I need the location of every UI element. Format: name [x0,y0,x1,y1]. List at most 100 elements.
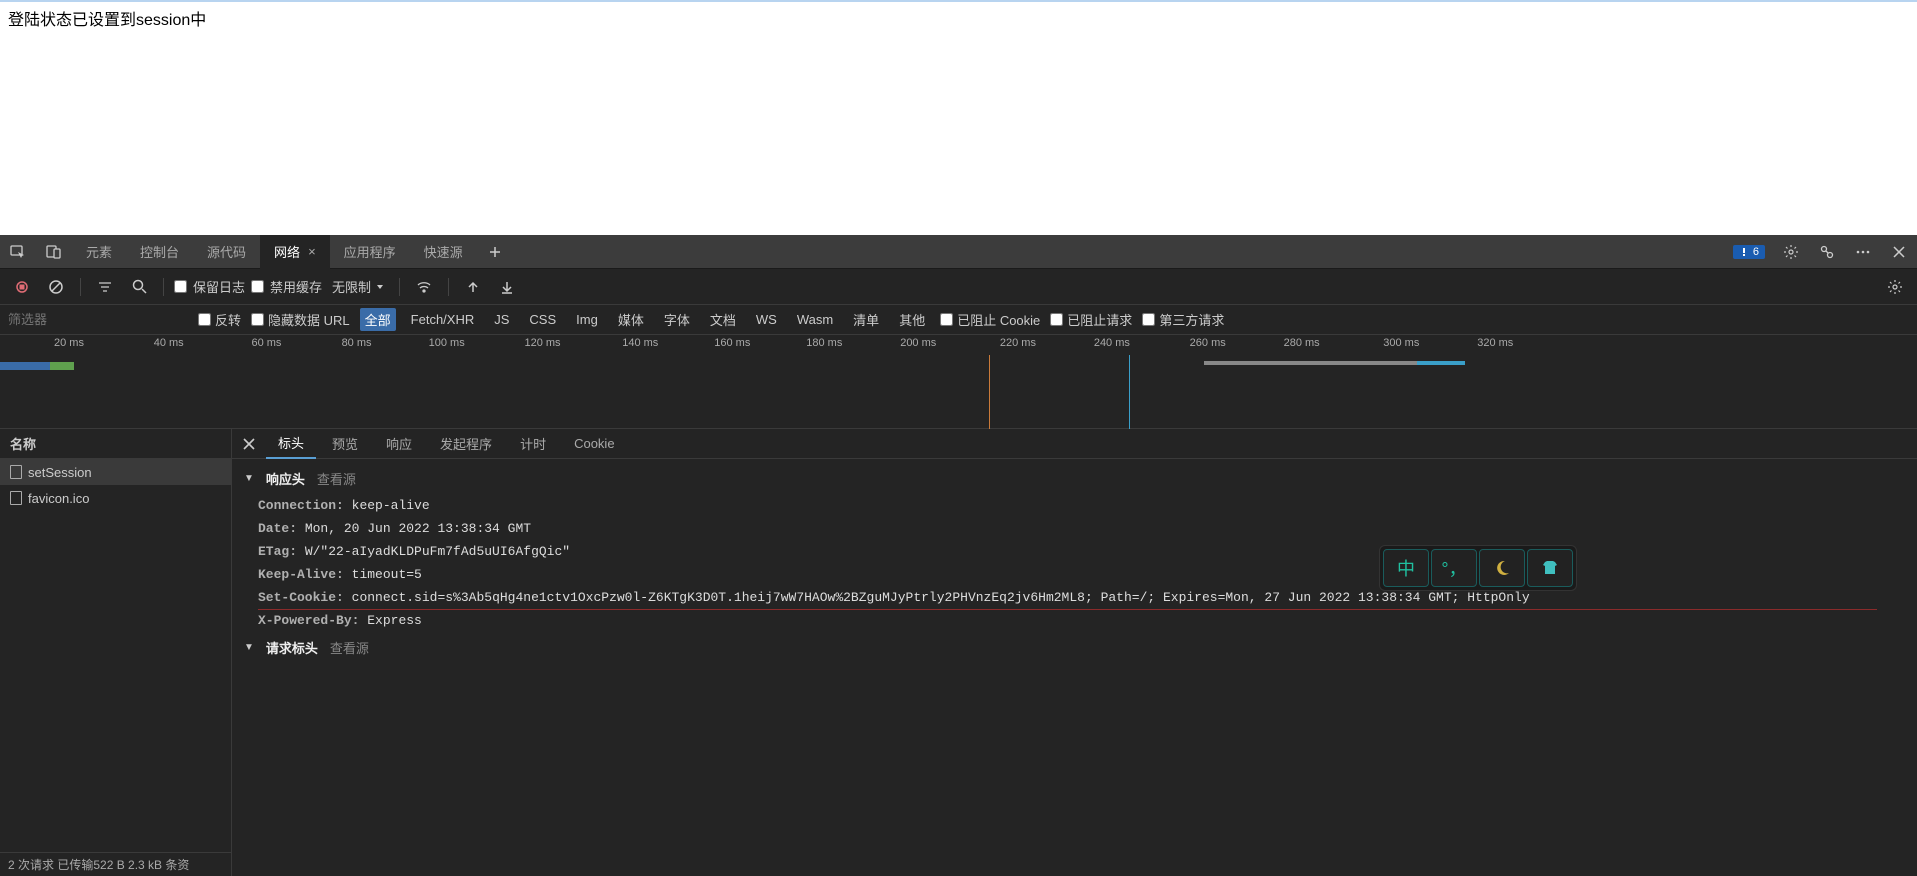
device-toggle-icon[interactable] [36,235,72,269]
request-item-label: favicon.ico [28,491,89,506]
document-icon [10,465,22,479]
request-list-header[interactable]: 名称 [0,429,231,459]
tab-network[interactable]: 网络 × [260,235,330,269]
tab-elements[interactable]: 元素 [72,235,126,269]
filter-type-wasm[interactable]: Wasm [792,310,838,329]
tab-network-label: 网络 [274,242,300,261]
detail-tab-preview[interactable]: 预览 [320,429,370,459]
dock-icon[interactable] [1809,235,1845,269]
filter-type-font[interactable]: 字体 [659,308,695,331]
detail-tab-timing[interactable]: 计时 [508,429,558,459]
tab-quicksource[interactable]: 快速源 [410,235,477,269]
timeline-overview[interactable]: 20 ms 40 ms 60 ms 80 ms 100 ms 120 ms 14… [0,335,1917,429]
detail-tab-response[interactable]: 响应 [374,429,424,459]
search-icon[interactable] [125,273,153,301]
tab-application[interactable]: 应用程序 [330,235,410,269]
timeline-tick: 180 ms [806,337,842,349]
blocked-req-label: 已阻止请求 [1067,310,1132,329]
issues-count: 6 [1753,246,1759,258]
timeline-tick: 40 ms [154,337,184,349]
preserve-log-checkbox[interactable]: 保留日志 [174,277,245,296]
request-item-setsession[interactable]: setSession [0,459,231,485]
timeline-tick: 80 ms [342,337,372,349]
close-detail-icon[interactable] [236,431,262,457]
request-summary: 2 次请求 已传输522 B 2.3 kB 条资 [0,852,231,876]
request-item-label: setSession [28,465,92,480]
timeline-tick: 240 ms [1094,337,1130,349]
filter-type-img[interactable]: Img [571,310,603,329]
filter-type-css[interactable]: CSS [524,310,561,329]
issues-badge[interactable]: 6 [1733,245,1765,259]
third-party-checkbox[interactable]: 第三方请求 [1142,310,1224,329]
filter-icon[interactable] [91,273,119,301]
network-settings-icon[interactable] [1881,273,1909,301]
close-devtools-icon[interactable] [1881,235,1917,269]
disable-cache-label: 禁用缓存 [270,277,322,296]
filter-type-other[interactable]: 其他 [894,308,930,331]
request-detail: 标头 预览 响应 发起程序 计时 Cookie ▼ 响应头 查看源 Connec… [232,429,1917,876]
header-row[interactable]: ETag: W/"22-aIyadKLDPuFm7fAd5uUI6AfgQic" [232,540,1917,563]
hide-data-urls-checkbox[interactable]: 隐藏数据 URL [251,310,350,329]
invert-checkbox[interactable]: 反转 [198,310,241,329]
filter-type-js[interactable]: JS [489,310,514,329]
gear-icon[interactable] [1773,235,1809,269]
tab-sources[interactable]: 源代码 [193,235,260,269]
inspect-icon[interactable] [0,235,36,269]
upload-icon[interactable] [459,273,487,301]
invert-label: 反转 [215,310,241,329]
request-item-favicon[interactable]: favicon.ico [0,485,231,511]
devtools-tabbar: 元素 控制台 源代码 网络 × 应用程序 快速源 6 [0,235,1917,269]
throttle-value: 无限制 [332,277,371,296]
detail-tab-cookie[interactable]: Cookie [562,429,626,459]
throttle-select[interactable]: 无限制 [328,275,389,298]
timeline-tick: 300 ms [1383,337,1419,349]
chevron-down-icon: ▼ [244,473,254,484]
preserve-log-label: 保留日志 [193,277,245,296]
chevron-down-icon: ▼ [244,642,254,653]
blocked-req-checkbox[interactable]: 已阻止请求 [1050,310,1132,329]
header-row[interactable]: Connection: keep-alive [232,494,1917,517]
timeline-tick: 20 ms [54,337,84,349]
page-message: 登陆状态已设置到session中 [0,2,1917,34]
timeline-tick: 60 ms [251,337,281,349]
detail-tab-initiator[interactable]: 发起程序 [428,429,504,459]
filter-bar: 反转 隐藏数据 URL 全部 Fetch/XHR JS CSS Img 媒体 字… [0,305,1917,335]
wifi-icon[interactable] [410,273,438,301]
detail-tab-headers[interactable]: 标头 [266,429,316,459]
response-headers-title: 响应头 [266,469,305,488]
filter-type-fetch[interactable]: Fetch/XHR [406,310,480,329]
view-source-link[interactable]: 查看源 [317,469,356,488]
third-party-label: 第三方请求 [1159,310,1224,329]
timeline-tick: 320 ms [1477,337,1513,349]
add-tab-icon[interactable] [477,235,513,269]
blocked-cookies-checkbox[interactable]: 已阻止 Cookie [940,310,1040,329]
record-icon[interactable] [8,273,36,301]
clear-icon[interactable] [42,273,70,301]
disable-cache-checkbox[interactable]: 禁用缓存 [251,277,322,296]
shirt-icon[interactable] [1527,549,1573,587]
ime-lang-button[interactable]: 中 [1383,549,1429,587]
header-row-set-cookie[interactable]: Set-Cookie: connect.sid=s%3Ab5qHg4ne1ctv… [232,586,1917,609]
header-row[interactable]: X-Powered-By: Express [232,609,1917,632]
filter-type-media[interactable]: 媒体 [613,308,649,331]
header-row[interactable]: Keep-Alive: timeout=5 [232,563,1917,586]
moon-icon[interactable] [1479,549,1525,587]
hide-data-urls-label: 隐藏数据 URL [268,310,350,329]
filter-type-ws[interactable]: WS [751,310,782,329]
request-headers-section[interactable]: ▼ 请求标头 查看源 [232,632,1917,663]
document-icon [10,491,22,505]
filter-type-all[interactable]: 全部 [360,308,396,331]
more-icon[interactable] [1845,235,1881,269]
filter-type-manifest[interactable]: 清单 [848,308,884,331]
tab-console[interactable]: 控制台 [126,235,193,269]
download-icon[interactable] [493,273,521,301]
close-icon[interactable]: × [308,244,316,259]
filter-type-doc[interactable]: 文档 [705,308,741,331]
view-source-link[interactable]: 查看源 [330,638,369,657]
timeline-tick: 280 ms [1284,337,1320,349]
ime-punct-button[interactable]: °， [1431,549,1477,587]
filter-input[interactable] [8,312,188,327]
response-headers-section[interactable]: ▼ 响应头 查看源 [232,463,1917,494]
header-row[interactable]: Date: Mon, 20 Jun 2022 13:38:34 GMT [232,517,1917,540]
request-list: 名称 setSession favicon.ico 2 次请求 已传输522 B… [0,429,232,876]
